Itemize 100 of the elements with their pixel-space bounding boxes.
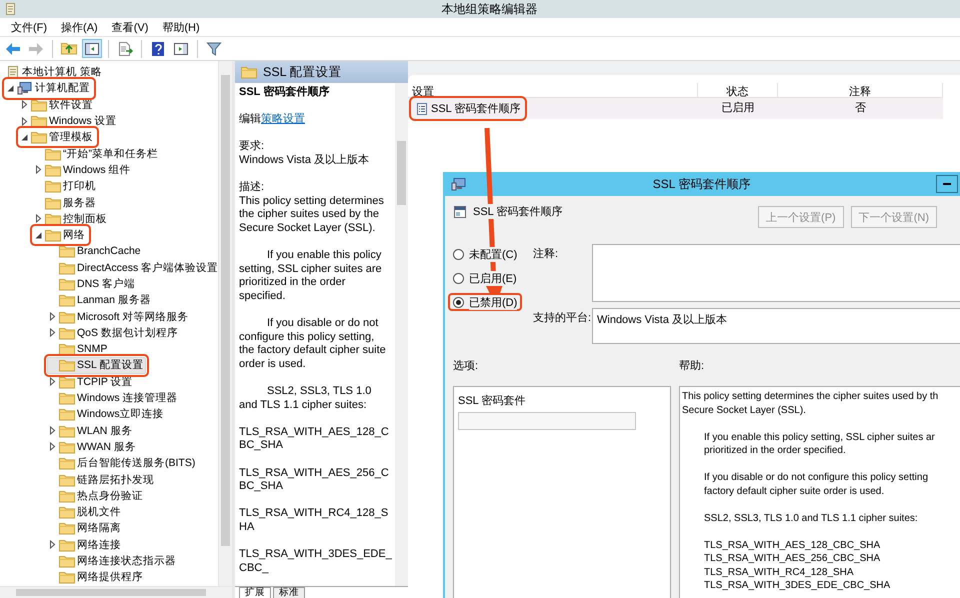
expanded-arrow-icon [6, 84, 15, 93]
tree-item[interactable]: Lanman 服务器 [47, 292, 154, 308]
supported-platform-box: Windows Vista 及以上版本 [592, 308, 960, 344]
expanded-arrow-icon [20, 132, 29, 142]
tree-item[interactable]: Windows立即连接 [47, 406, 167, 423]
minimize-button[interactable] [936, 175, 958, 193]
radio-button[interactable] [453, 296, 464, 308]
requirements-text: Windows Vista 及以上版本 [239, 154, 370, 168]
tree-item[interactable]: BranchCache [47, 243, 144, 260]
window-title: 本地组策略编辑器 [440, 0, 538, 18]
tree-item[interactable]: 网络 [33, 226, 88, 244]
cipher-suite-text: TLS_RSA_WITH_AES_128_CBC_SHA [239, 426, 390, 454]
folder-icon [241, 65, 257, 79]
options-label: 选项: [453, 359, 480, 374]
option-label: SSL 密码套件 [458, 394, 526, 408]
tree-item[interactable]: DirectAccess 客户端体验设置 [47, 260, 218, 276]
help-text-line: TLS_RSA_WITH_3DES_EDE_CBC_SHA [704, 579, 892, 592]
forward-arrow-icon [28, 40, 44, 56]
tree-item[interactable]: Microsoft 对等网络服务 [47, 308, 192, 325]
expanded-arrow-icon [34, 230, 43, 240]
menu-item[interactable]: 帮助(H) [155, 18, 207, 36]
tree-item[interactable]: WLAN 服务 [47, 422, 136, 439]
tree-item[interactable]: Windows 设置 [19, 112, 120, 130]
folder-icon [31, 130, 47, 144]
policy-name: SSL 密码套件顺序 [473, 204, 562, 219]
folder-icon [59, 488, 75, 503]
folder-icon [59, 407, 75, 422]
help-text-line: TLS_RSA_WITH_AES_128_CBC_SHA [704, 538, 882, 552]
toolbar-button[interactable] [82, 39, 102, 58]
table-cell: 已启用 [698, 98, 778, 119]
comment-label: 注释: [533, 246, 560, 262]
policy-setting-icon [453, 204, 467, 218]
tree-item[interactable]: 热点身份验证 [47, 488, 146, 504]
tree-item[interactable]: DNS 客户端 [47, 276, 138, 292]
help-label: 帮助: [679, 359, 706, 374]
tree-item[interactable]: 网络连接状态指示器 [47, 552, 179, 570]
tree-item[interactable]: WWAN 服务 [47, 438, 139, 456]
tree-item[interactable]: 服务器 [33, 194, 99, 211]
folder-up-icon [61, 40, 77, 56]
edit-policy-text: 编辑策略设置 [239, 113, 306, 127]
policy-setting-icon [416, 102, 428, 116]
folder-icon [59, 277, 75, 291]
folder-icon [59, 326, 75, 340]
folder-icon [59, 570, 75, 584]
header-title: SSL 配置设置 [263, 64, 342, 80]
tree-item[interactable]: 打印机 [33, 178, 99, 194]
cipher-suite-text: TLS_RSA_WITH_3DES_EDE_CBC_ [239, 548, 392, 576]
input-field[interactable] [458, 412, 636, 430]
folder-icon [59, 440, 75, 454]
folder-icon [45, 196, 61, 210]
tree-item[interactable]: QoS 数据包计划程序 [47, 324, 181, 342]
tree-item[interactable]: 链路层拓扑发现 [47, 471, 157, 488]
tree-item[interactable]: 网络隔离 [47, 520, 124, 537]
folder-icon [59, 472, 75, 487]
tree-item[interactable]: Windows 连接管理器 [47, 390, 181, 406]
cipher-suite-text: TLS_RSA_WITH_RC4_128_SHA [239, 507, 390, 535]
tree-item[interactable]: 脱机文件 [47, 504, 124, 520]
radio-option[interactable]: 已禁用(D) [448, 293, 522, 311]
menu-item[interactable]: 查看(V) [104, 18, 156, 36]
app-scroll-icon [4, 2, 16, 16]
menu-item[interactable]: 文件(F) [4, 18, 54, 36]
radio-button[interactable] [453, 272, 464, 284]
platform-label: 支持的平台: [533, 311, 592, 326]
help-text-line: SSL2, SSL3, TLS 1.0 and TLS 1.1 cipher suites: [704, 512, 919, 525]
requirements-label: 要求: [239, 140, 266, 154]
view-tab[interactable]: 标准 [273, 587, 305, 598]
tree-item[interactable]: 网络提供程序 [47, 569, 146, 586]
tree-item[interactable]: 后台智能传送服务(BITS) [47, 455, 198, 472]
tree-item[interactable]: Windows 组件 [33, 162, 134, 178]
tree-item[interactable]: 计算机配置 [5, 80, 93, 97]
export-list-icon [117, 40, 133, 56]
tree-item[interactable]: 网络连接 [47, 536, 124, 553]
tree-item[interactable]: 控制面板 [33, 210, 110, 227]
description-text: This policy setting determines the cipher suites used by the Secure Socket Layer (SSL). [239, 194, 385, 236]
scroll-icon [6, 65, 20, 80]
help-text-line: Secure Socket Layer (SSL). [682, 404, 807, 417]
folder-icon [59, 554, 75, 568]
comment-field[interactable] [592, 244, 960, 302]
folder-icon [45, 228, 61, 242]
tree-item[interactable]: 管理模板 [19, 129, 96, 146]
collapsed-arrow-icon [34, 165, 43, 174]
folder-icon [59, 358, 75, 372]
view-tab[interactable]: 扩展 [239, 587, 271, 598]
tree-item[interactable]: 本地计算机 策略 [5, 64, 105, 80]
folder-icon [45, 162, 61, 177]
tree-item[interactable]: “开始”菜单和任务栏 [33, 145, 161, 162]
description-text: SSL2, SSL3, TLS 1.0 and TLS 1.1 cipher suites: [239, 385, 372, 412]
menu-item[interactable]: 操作(A) [54, 18, 105, 36]
policy-settings-link[interactable]: 策略设置 [261, 113, 305, 126]
folder-icon [59, 342, 75, 356]
back-arrow-icon [5, 40, 21, 56]
folder-icon [59, 391, 75, 406]
radio-button[interactable] [453, 248, 464, 260]
folder-icon [59, 374, 75, 389]
properties-pane-icon [173, 40, 189, 56]
help-text-line: If you enable this policy setting, SSL cipher suites ar [704, 430, 936, 444]
table-cell: 否 [778, 98, 943, 119]
folder-icon [59, 310, 75, 324]
dialog-title: SSL 密码套件顺序 [652, 176, 752, 192]
tree-item[interactable]: SSL 配置设置 [47, 357, 146, 374]
